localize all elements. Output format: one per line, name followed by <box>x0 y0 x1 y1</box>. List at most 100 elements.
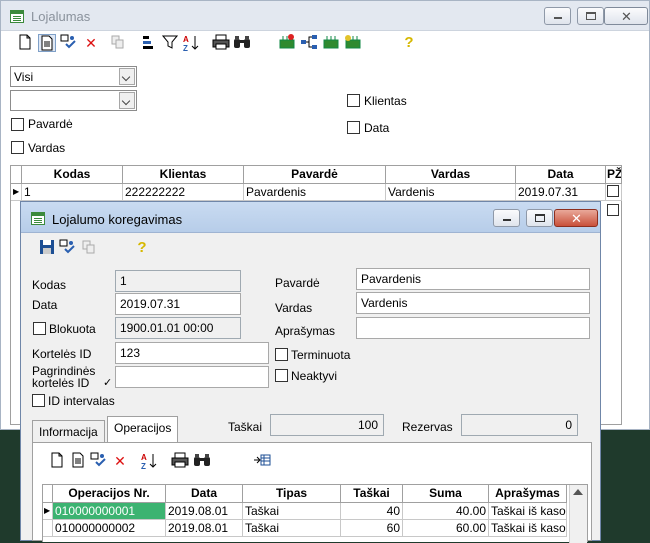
import-icon[interactable] <box>253 452 271 470</box>
aprasymas-field[interactable] <box>356 317 590 339</box>
help-icon[interactable]: ? <box>400 34 418 52</box>
column-header[interactable]: Data <box>166 485 243 503</box>
close-button[interactable]: ✕ <box>604 7 648 25</box>
loyalty-group-icon[interactable] <box>322 34 340 52</box>
table-cell[interactable]: Taškai iš kasos <box>489 520 567 537</box>
vardas-field[interactable]: Vardenis <box>356 292 590 314</box>
table-cell[interactable]: 222222222 <box>123 184 244 201</box>
column-header[interactable]: Klientas <box>123 166 244 184</box>
table-cell[interactable]: Taškai iš kasos <box>489 503 567 520</box>
binoculars-icon[interactable] <box>193 452 211 470</box>
table-cell[interactable]: 2019.08.01 <box>166 503 243 520</box>
table-cell[interactable] <box>606 202 622 219</box>
new-icon[interactable] <box>16 34 34 52</box>
terminuota-checkbox[interactable] <box>275 348 288 361</box>
column-header[interactable]: Aprašymas <box>489 485 567 503</box>
table-cell[interactable]: 2019.07.31 <box>516 184 606 201</box>
save-icon[interactable] <box>38 239 56 257</box>
tab-informacija[interactable]: Informacija <box>32 420 105 443</box>
new-icon[interactable] <box>48 452 66 470</box>
secondary-dropdown[interactable] <box>10 90 137 111</box>
data-field[interactable]: 2019.07.31 <box>115 293 241 315</box>
edit-icon[interactable] <box>69 452 87 470</box>
filter-icon[interactable] <box>161 34 179 52</box>
rezervas-label: Rezervas <box>402 420 453 434</box>
maximize-button[interactable] <box>526 209 553 227</box>
taskai-field[interactable]: 100 <box>270 414 384 436</box>
minimize-button[interactable] <box>544 7 571 25</box>
pz-checkbox[interactable] <box>607 204 619 216</box>
id-intervalas-checkbox[interactable] <box>32 394 45 407</box>
chevron-down-icon[interactable] <box>119 68 135 85</box>
copy-users-icon[interactable] <box>59 239 77 257</box>
print-icon[interactable] <box>171 452 189 470</box>
title-bar[interactable]: Lojalumo koregavimas ✕ <box>21 202 600 233</box>
kortele-field[interactable]: 123 <box>115 342 269 364</box>
delete-icon[interactable]: ✕ <box>82 34 100 52</box>
table-cell[interactable]: 40.00 <box>403 503 489 520</box>
status-dropdown[interactable]: Visi <box>10 66 137 87</box>
column-header[interactable]: PŽ <box>606 166 622 184</box>
column-header[interactable]: Suma <box>403 485 489 503</box>
klientas-checkbox[interactable] <box>347 94 360 107</box>
table-cell[interactable]: Taškai <box>243 520 341 537</box>
neaktyvi-checkbox[interactable] <box>275 369 288 382</box>
column-header[interactable]: Vardas <box>386 166 516 184</box>
table-cell[interactable]: 2019.08.01 <box>166 520 243 537</box>
column-header[interactable]: Kodas <box>22 166 123 184</box>
maximize-button[interactable] <box>577 7 604 25</box>
kodas-field[interactable]: 1 <box>115 270 241 292</box>
column-header[interactable]: Tipas <box>243 485 341 503</box>
copy-icon[interactable] <box>109 34 127 52</box>
loyalty-settings-icon[interactable] <box>344 34 362 52</box>
pz-checkbox[interactable] <box>607 185 619 197</box>
table-cell[interactable]: Vardenis <box>386 184 516 201</box>
sort-icon[interactable] <box>140 34 158 52</box>
binoculars-icon[interactable] <box>233 34 251 52</box>
delete-icon[interactable]: ✕ <box>111 452 129 470</box>
blokuota-checkbox[interactable] <box>33 322 46 335</box>
copy-users-icon[interactable] <box>60 34 78 52</box>
table-cell[interactable]: 60 <box>341 520 403 537</box>
table-cell[interactable] <box>606 184 622 201</box>
rezervas-field[interactable]: 0 <box>461 414 578 436</box>
vertical-scrollbar[interactable] <box>569 485 587 543</box>
column-header[interactable]: Data <box>516 166 606 184</box>
pavarde-checkbox[interactable] <box>11 118 24 131</box>
table-cell[interactable]: 40 <box>341 503 403 520</box>
add-loyalty-icon[interactable] <box>278 34 296 52</box>
blokuota-field[interactable]: 1900.01.01 00:00 <box>115 317 241 339</box>
pavarde-field[interactable]: Pavardenis <box>356 268 590 290</box>
operacijos-panel: ✕ AZ Operacijos Nr. Data Tipas Taškai Su… <box>32 442 592 543</box>
minimize-button[interactable] <box>493 209 520 227</box>
table-cell[interactable]: Pavardenis <box>244 184 386 201</box>
close-button[interactable]: ✕ <box>554 209 598 227</box>
copy-users-icon[interactable] <box>90 452 108 470</box>
edit-icon[interactable] <box>38 34 56 52</box>
copy-icon[interactable] <box>80 239 98 257</box>
scroll-up-icon[interactable] <box>573 489 583 495</box>
window-title: Lojalumas <box>31 9 91 24</box>
vardas-checkbox[interactable] <box>11 141 24 154</box>
tab-operacijos[interactable]: Operacijos <box>107 416 179 442</box>
sort-az-icon[interactable]: AZ <box>182 34 200 53</box>
column-header[interactable]: Pavardė <box>244 166 386 184</box>
chevron-down-icon[interactable] <box>119 92 135 109</box>
print-icon[interactable] <box>212 34 230 52</box>
kodas-label: Kodas <box>32 278 67 292</box>
table-cell[interactable]: 010000000001 <box>53 503 166 520</box>
table-cell[interactable]: 60.00 <box>403 520 489 537</box>
column-header[interactable]: Operacijos Nr. <box>53 485 166 503</box>
title-bar[interactable]: Lojalumas ✕ <box>1 1 649 31</box>
column-header[interactable]: Taškai <box>341 485 403 503</box>
vardas-label: Vardas <box>275 301 313 315</box>
hierarchy-icon[interactable] <box>300 34 318 52</box>
help-icon[interactable]: ? <box>133 239 151 257</box>
table-cell[interactable]: 010000000002 <box>53 520 166 537</box>
neaktyvi-label: Neaktyvi <box>291 369 338 383</box>
table-cell[interactable]: 1 <box>22 184 123 201</box>
sort-az-icon[interactable]: AZ <box>140 452 158 471</box>
table-cell[interactable]: Taškai <box>243 503 341 520</box>
pagrindines-field[interactable] <box>115 366 269 388</box>
data-checkbox[interactable] <box>347 121 360 134</box>
